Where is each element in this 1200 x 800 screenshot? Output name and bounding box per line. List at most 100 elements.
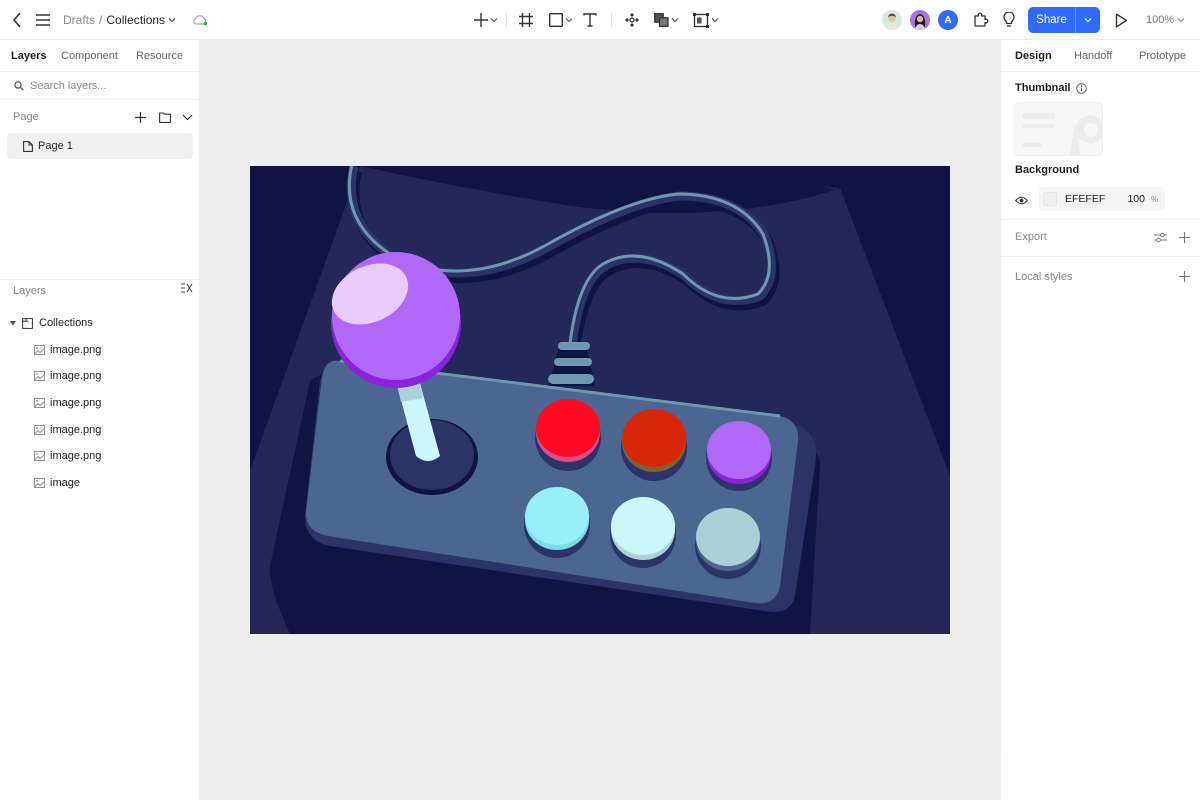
art-button-gray-blue	[695, 508, 761, 579]
collaborator-avatar[interactable]	[910, 10, 930, 30]
share-options-button[interactable]	[1076, 7, 1100, 33]
text-tool[interactable]	[577, 0, 601, 40]
shape-tool[interactable]	[537, 0, 577, 40]
layer-item[interactable]: image.png	[0, 337, 200, 363]
frame-layer-icon	[22, 317, 33, 329]
tab-component[interactable]: Component	[61, 50, 118, 62]
plugins-button[interactable]	[972, 11, 990, 29]
opacity-unit: %	[1151, 194, 1159, 204]
background-hex-input[interactable]: EFEFEF	[1065, 193, 1115, 205]
canvas[interactable]	[200, 40, 1000, 800]
chevron-down-icon	[1177, 18, 1185, 23]
arcade-joystick-illustration	[250, 166, 950, 634]
layer-name: image.png	[50, 397, 102, 409]
art-button-cyan	[524, 487, 590, 558]
background-fill-row: EFEFEF 100 %	[1015, 187, 1165, 211]
local-styles-label: Local styles	[1015, 271, 1073, 283]
plus-icon	[135, 111, 146, 123]
search-layers-input[interactable]	[30, 80, 190, 92]
collaborator-avatar[interactable]	[882, 10, 902, 30]
layer-item[interactable]: image.png	[0, 390, 200, 416]
person-photo-icon	[886, 13, 898, 30]
boolean-icon	[654, 13, 669, 27]
layer-item[interactable]: image	[0, 470, 200, 496]
add-local-style-button[interactable]	[1179, 271, 1190, 282]
auto-layout-tool[interactable]	[683, 0, 723, 40]
local-styles-actions	[1179, 271, 1190, 282]
local-styles-section-title: Local styles	[1015, 271, 1072, 283]
breadcrumb: Drafts / Collections	[63, 0, 208, 40]
right-panel: Design Handoff Prototype Thumbnail Backg…	[1000, 40, 1200, 750]
breadcrumb-drafts[interactable]: Drafts	[63, 13, 95, 27]
thumbnail-placeholder[interactable]	[1014, 102, 1103, 156]
add-export-button[interactable]	[1179, 232, 1190, 243]
chevron-left-icon	[12, 12, 21, 28]
thumbnail-section-title: Thumbnail	[1015, 82, 1087, 94]
present-button[interactable]	[1112, 11, 1130, 29]
boolean-tool[interactable]	[644, 0, 683, 40]
toggle-visibility-button[interactable]	[1015, 196, 1028, 205]
right-panel-footer	[1001, 750, 1200, 800]
layer-item[interactable]: image.png	[0, 363, 200, 389]
tab-layers[interactable]: Layers	[11, 50, 46, 62]
cloud-status[interactable]	[192, 14, 208, 26]
background-section-title: Background	[1015, 164, 1079, 176]
chevron-down-icon	[182, 114, 193, 120]
left-panel-tabs: Layers Component Resource	[0, 40, 199, 72]
auto-layout-icon	[693, 12, 709, 28]
chevron-down-icon	[711, 18, 719, 23]
zoom-dropdown[interactable]: 100%	[1146, 0, 1185, 40]
layers-section-header: Layers	[13, 283, 193, 299]
add-page-button[interactable]	[135, 111, 146, 123]
layer-item[interactable]: image.png	[0, 443, 200, 469]
background-color-swatch[interactable]	[1043, 192, 1057, 206]
image-icon	[34, 345, 45, 355]
plus-icon	[1179, 232, 1190, 243]
main-menu-button[interactable]	[35, 12, 51, 28]
tab-design[interactable]: Design	[1015, 50, 1052, 62]
ideas-button[interactable]	[1000, 11, 1018, 29]
layer-name: Collections	[39, 317, 93, 329]
layer-name: image.png	[50, 370, 102, 382]
thumbnail-placeholder-icon	[1022, 113, 1102, 155]
file-name: Collections	[106, 13, 166, 27]
export-label: Export	[1015, 231, 1047, 243]
layer-item[interactable]: image.png	[0, 417, 200, 443]
frame-tool[interactable]	[511, 0, 537, 40]
file-name-dropdown[interactable]: Collections	[106, 13, 176, 27]
plus-icon	[1179, 271, 1190, 282]
page-section-header: Page	[13, 106, 193, 128]
background-opacity-input[interactable]: 100	[1115, 193, 1145, 205]
back-button[interactable]	[9, 11, 25, 29]
left-panel: Layers Component Resource Page Page 1 La…	[0, 40, 200, 800]
collapse-all-layers-button[interactable]	[181, 283, 193, 293]
artwork-image[interactable]	[250, 166, 950, 634]
rectangle-icon	[549, 13, 563, 27]
component-tool[interactable]	[616, 0, 644, 40]
frame-icon	[519, 13, 533, 27]
tab-prototype[interactable]: Prototype	[1139, 50, 1186, 62]
tool-group	[470, 0, 723, 40]
folder-icon	[159, 111, 171, 123]
plus-icon	[474, 13, 488, 27]
layers-section-label: Layers	[13, 285, 47, 297]
info-icon[interactable]	[1075, 82, 1087, 94]
component-icon	[625, 13, 639, 27]
tab-resource[interactable]: Resource	[136, 50, 183, 62]
chevron-down-icon	[490, 18, 498, 23]
page-item[interactable]: Page 1	[7, 133, 193, 159]
page-icon	[23, 140, 33, 152]
breadcrumb-separator: /	[99, 13, 103, 27]
share-button[interactable]: Share	[1028, 7, 1076, 33]
search-icon	[14, 81, 24, 91]
tab-handoff[interactable]: Handoff	[1074, 50, 1112, 62]
layer-group-collections[interactable]: Collections	[0, 310, 200, 336]
image-icon	[34, 451, 45, 461]
add-tool[interactable]	[470, 0, 502, 40]
chevron-down-icon	[671, 18, 679, 23]
layer-name: image.png	[50, 344, 102, 356]
export-settings-button[interactable]	[1154, 232, 1167, 243]
collapse-pages-button[interactable]	[182, 114, 193, 121]
collaborator-avatar[interactable]: A	[938, 10, 958, 30]
page-folder-button[interactable]	[159, 111, 171, 123]
